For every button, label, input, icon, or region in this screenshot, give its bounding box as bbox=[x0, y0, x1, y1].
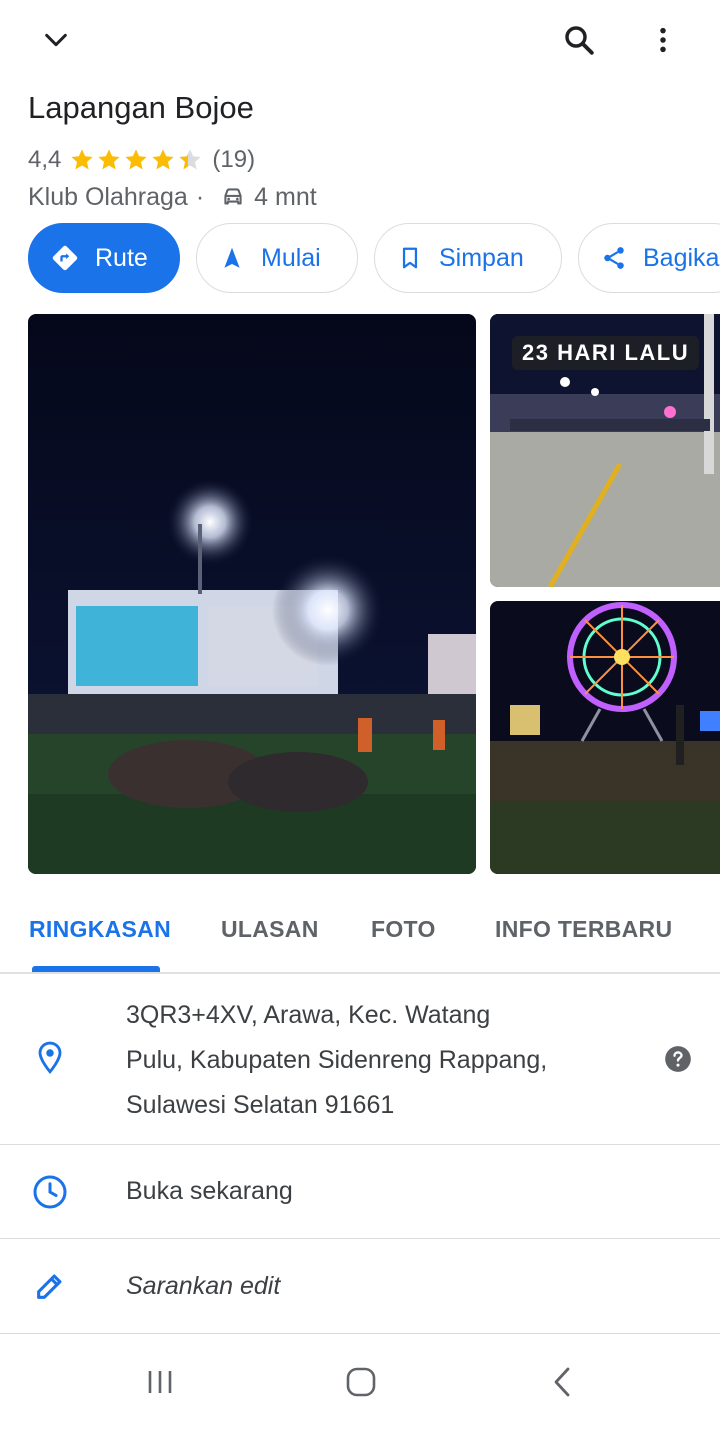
address-line-3: Sulawesi Selatan 91661 bbox=[126, 1091, 395, 1119]
directions-icon bbox=[51, 244, 79, 272]
share-icon bbox=[601, 245, 627, 271]
home-icon[interactable] bbox=[342, 1365, 380, 1399]
back-icon[interactable] bbox=[546, 1365, 578, 1399]
active-tab-indicator bbox=[32, 966, 160, 972]
location-pin-icon bbox=[28, 1036, 72, 1080]
rating-value: 4,4 bbox=[28, 146, 62, 173]
edit-pencil-icon bbox=[28, 1264, 72, 1308]
night-stage-photo-image bbox=[28, 314, 476, 874]
photo-recent[interactable]: 23 HARI LALU bbox=[490, 314, 720, 587]
star-icon bbox=[98, 149, 120, 170]
share-button[interactable]: Bagikan bbox=[578, 223, 720, 293]
hours-row[interactable]: Buka sekarang bbox=[0, 1145, 720, 1239]
drive-time: 4 mnt bbox=[254, 182, 317, 211]
save-label: Simpan bbox=[439, 243, 524, 272]
star-icon bbox=[152, 149, 174, 170]
place-title: Lapangan Bojoe bbox=[28, 90, 254, 125]
tab-ulasan[interactable]: ULASAN bbox=[221, 916, 319, 943]
category-label: Klub Olahraga bbox=[28, 182, 188, 211]
action-chips: Rute Mulai Simpan Bagikan bbox=[28, 223, 720, 293]
directions-label: Rute bbox=[95, 243, 148, 272]
tab-info-terbaru[interactable]: INFO TERBARU bbox=[495, 916, 672, 943]
more-vert-icon[interactable] bbox=[641, 18, 685, 62]
address-text: 3QR3+4XV, Arawa, Kec. Watang Pulu, Kabup… bbox=[126, 993, 547, 1128]
ferris-wheel-photo-image bbox=[490, 601, 720, 874]
star-icon bbox=[125, 149, 147, 170]
system-nav-bar bbox=[0, 1335, 720, 1429]
suggest-edit-label: Sarankan edit bbox=[126, 1272, 281, 1300]
rating-stars bbox=[69, 147, 204, 173]
address-line-1: 3QR3+4XV, Arawa, Kec. Watang bbox=[126, 1001, 491, 1029]
share-label: Bagikan bbox=[643, 243, 720, 272]
rating-row[interactable]: 4,4 (19) bbox=[28, 143, 255, 177]
meta-separator: · bbox=[195, 182, 205, 211]
place-tabs: RINGKASAN ULASAN FOTO INFO TERBARU bbox=[0, 888, 720, 974]
hours-status: Buka sekarang bbox=[126, 1177, 293, 1205]
start-label: Mulai bbox=[261, 243, 321, 272]
star-icon bbox=[71, 149, 93, 170]
address-line-2: Pulu, Kabupaten Sidenreng Rappang, bbox=[126, 1046, 548, 1074]
clock-icon bbox=[28, 1170, 72, 1214]
star-icon bbox=[179, 149, 201, 170]
start-button[interactable]: Mulai bbox=[196, 223, 358, 293]
save-button[interactable]: Simpan bbox=[374, 223, 562, 293]
review-count: (19) bbox=[212, 146, 256, 173]
chevron-down-icon[interactable] bbox=[34, 18, 78, 62]
recent-apps-icon[interactable] bbox=[142, 1365, 178, 1399]
address-row[interactable]: 3QR3+4XV, Arawa, Kec. Watang Pulu, Kabup… bbox=[0, 976, 720, 1145]
photo-age-badge: 23 HARI LALU bbox=[512, 336, 700, 370]
tab-ringkasan[interactable]: RINGKASAN bbox=[29, 916, 171, 943]
directions-button[interactable]: Rute bbox=[28, 223, 180, 293]
help-icon[interactable] bbox=[664, 1045, 692, 1073]
photo-ferris-wheel[interactable] bbox=[490, 601, 720, 874]
search-icon[interactable] bbox=[557, 18, 601, 62]
top-bar bbox=[0, 0, 720, 80]
navigation-arrow-icon bbox=[219, 245, 245, 271]
suggest-edit-row[interactable]: Sarankan edit bbox=[0, 1239, 720, 1334]
main-photo[interactable] bbox=[28, 314, 476, 874]
car-icon bbox=[220, 184, 246, 210]
tab-foto[interactable]: FOTO bbox=[371, 916, 436, 943]
meta-row: Klub Olahraga · 4 mnt bbox=[28, 180, 317, 214]
bookmark-icon bbox=[397, 245, 423, 271]
